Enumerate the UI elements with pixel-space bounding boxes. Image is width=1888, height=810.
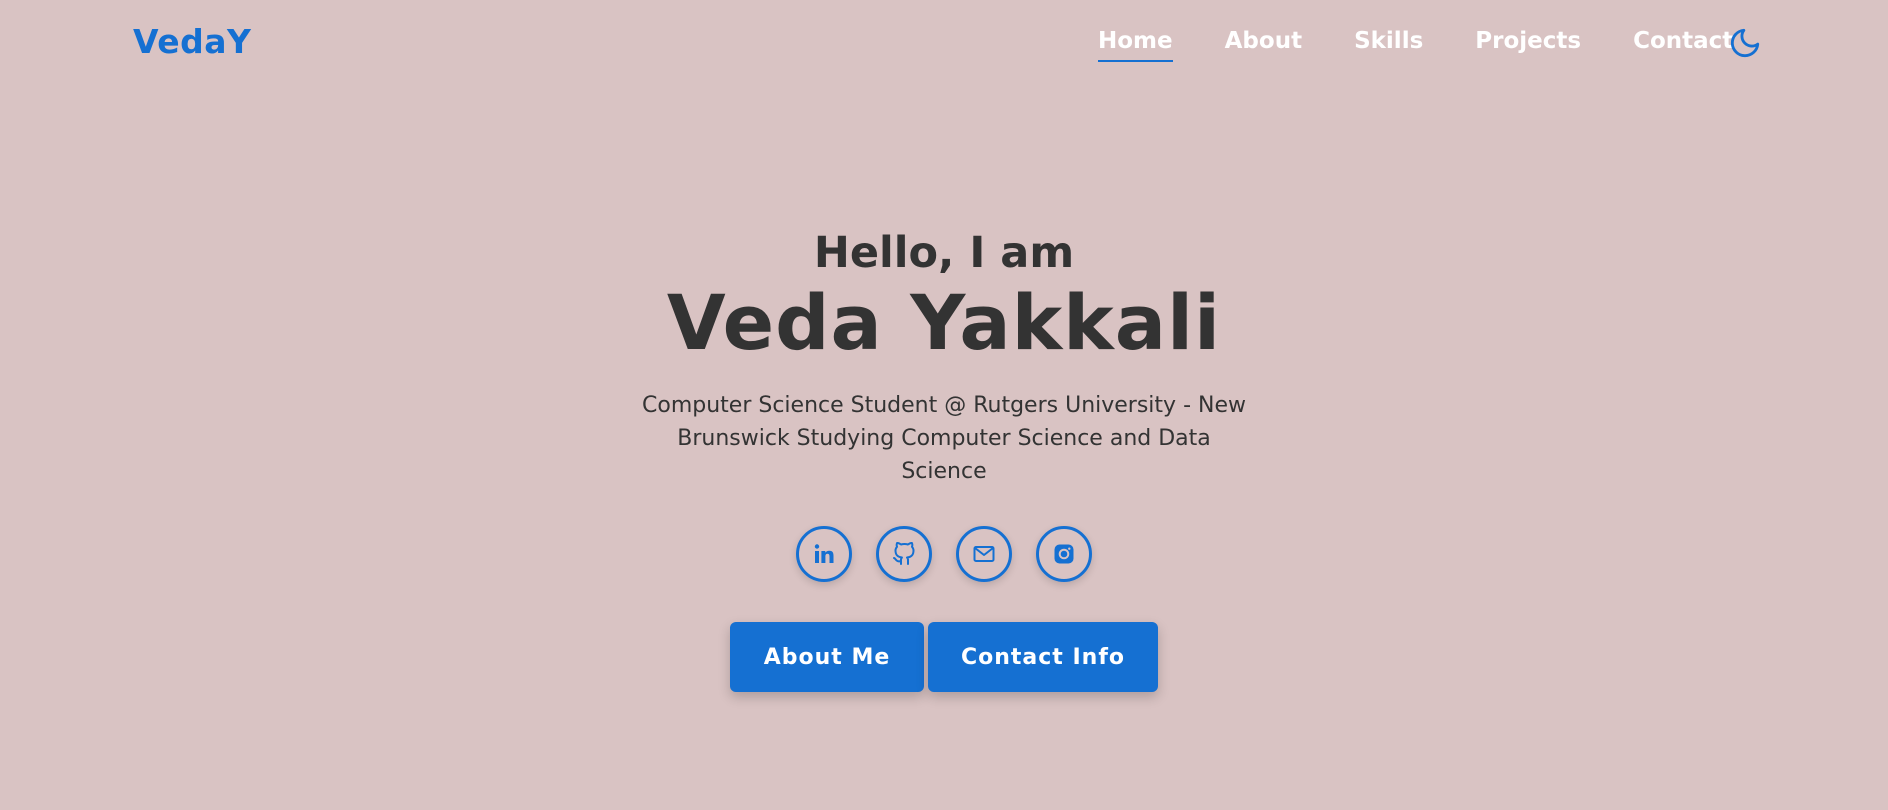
email-link[interactable] [956, 526, 1012, 582]
contact-info-button[interactable]: Contact Info [928, 622, 1158, 692]
instagram-icon [1054, 544, 1074, 564]
instagram-link[interactable] [1036, 526, 1092, 582]
linkedin-link[interactable] [796, 526, 852, 582]
hero-buttons: About Me Contact Info [0, 622, 1888, 692]
mail-icon [973, 546, 995, 562]
github-icon [893, 542, 915, 565]
github-link[interactable] [876, 526, 932, 582]
hero-name: Veda Yakkali [666, 278, 1222, 367]
site-logo[interactable]: VedaY [133, 22, 251, 61]
navbar: VedaY Home About Skills Projects Contact [0, 0, 1888, 88]
nav-link-skills[interactable]: Skills [1354, 28, 1423, 62]
moon-icon [1730, 28, 1760, 58]
nav-link-contact[interactable]: Contact [1633, 28, 1733, 62]
nav-link-projects[interactable]: Projects [1475, 28, 1581, 62]
nav-link-about[interactable]: About [1225, 28, 1302, 62]
hero-greeting: Hello, I am [813, 228, 1075, 278]
nav-link-home[interactable]: Home [1098, 28, 1173, 62]
about-me-button[interactable]: About Me [730, 622, 924, 692]
hero-subtitle: Computer Science Student @ Rutgers Unive… [642, 393, 1246, 484]
social-links [0, 526, 1888, 582]
nav-links: Home About Skills Projects Contact [1098, 28, 1785, 62]
hero-section: Hello, I am Veda Yakkali Computer Scienc… [0, 220, 1888, 692]
linkedin-icon [814, 544, 834, 563]
theme-toggle-button[interactable] [1728, 26, 1762, 60]
